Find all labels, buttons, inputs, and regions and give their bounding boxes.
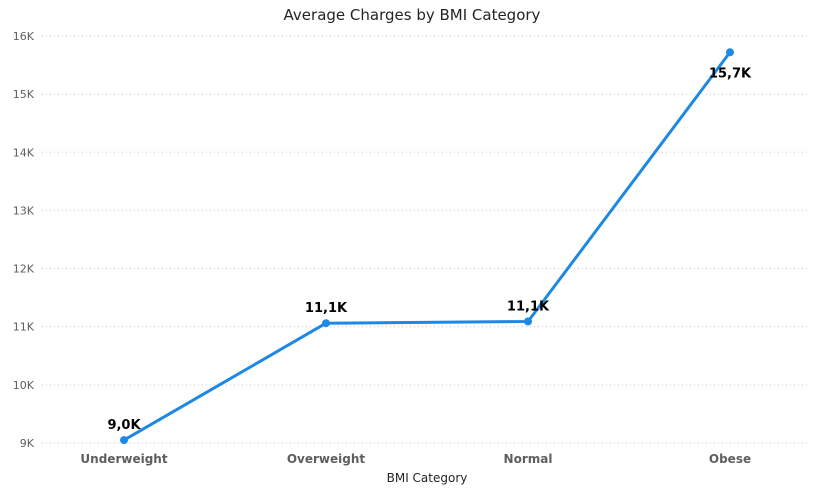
- data-point[interactable]: [120, 436, 128, 445]
- x-axis: Underweight Overweight Normal Obese: [80, 452, 751, 466]
- series-layer: [122, 50, 732, 442]
- series-line: [122, 50, 732, 442]
- y-tick-label: 11K: [13, 321, 35, 334]
- y-axis: 9K 10K 11K 12K 13K 14K 15K 16K: [13, 30, 35, 450]
- y-tick-label: 10K: [13, 379, 35, 392]
- y-tick-label: 16K: [13, 30, 35, 43]
- data-label: 11,1K: [507, 299, 550, 314]
- data-point[interactable]: [726, 48, 734, 57]
- data-label: 15,7K: [709, 66, 752, 81]
- chart-container: Average Charges by BMI Category 9K 10K 11K…: [0, 0, 818, 491]
- x-tick-label: Underweight: [80, 452, 167, 466]
- y-tick-label: 14K: [13, 146, 35, 159]
- data-labels-layer: 9,0K 11,1K 11,1K 15,7K: [107, 66, 752, 433]
- x-tick-label: Overweight: [287, 452, 366, 466]
- y-tick-label: 9K: [20, 437, 35, 450]
- grid-layer: [42, 35, 808, 444]
- y-tick-label: 12K: [13, 263, 35, 276]
- x-tick-label: Obese: [709, 452, 751, 466]
- y-tick-label: 15K: [13, 88, 35, 101]
- data-label: 11,1K: [305, 301, 348, 316]
- line-chart: Average Charges by BMI Category 9K 10K 11K…: [13, 6, 808, 485]
- data-label: 9,0K: [107, 418, 141, 433]
- y-tick-label: 13K: [13, 204, 35, 217]
- data-point[interactable]: [524, 317, 532, 326]
- chart-title: Average Charges by BMI Category: [284, 6, 541, 24]
- x-tick-label: Normal: [504, 452, 553, 466]
- data-point[interactable]: [322, 319, 330, 328]
- x-axis-title: BMI Category: [387, 471, 468, 485]
